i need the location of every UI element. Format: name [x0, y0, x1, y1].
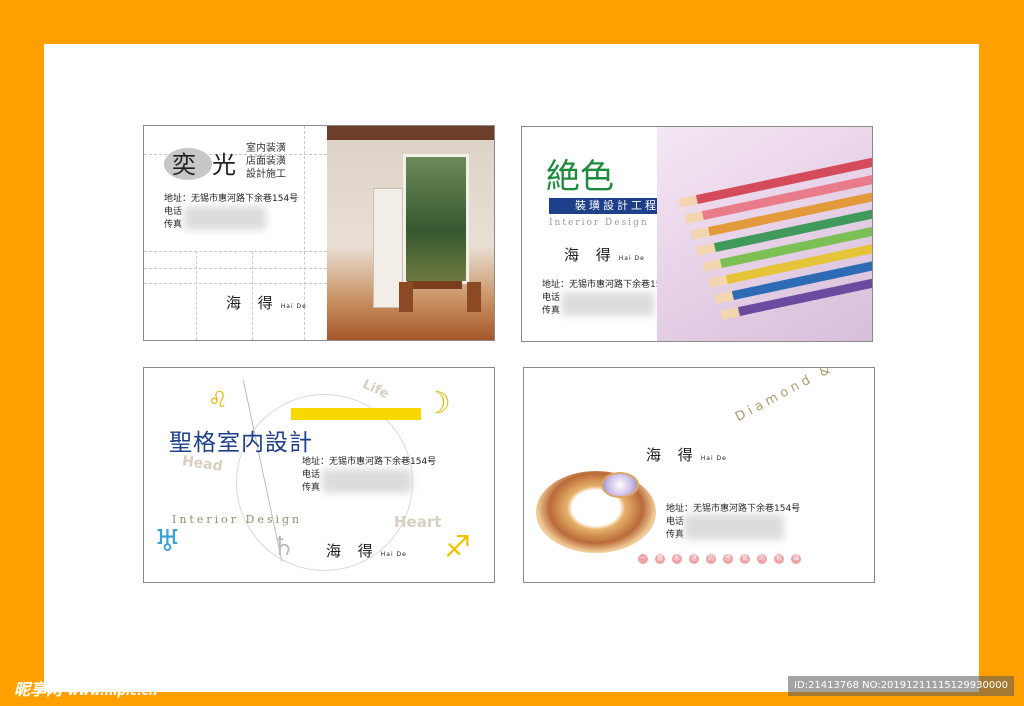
ring-gem	[601, 472, 639, 498]
business-card-diamond: Diamond & 海 得 Hai De 地址：无锡市惠河路下余巷154号 电话 …	[523, 367, 875, 583]
uranus-symbol-icon: ♅	[154, 524, 181, 559]
slogan-dot: 福	[791, 554, 801, 564]
slogan-dot: 的	[757, 554, 767, 564]
deco-diamond-text: Diamond &	[732, 367, 837, 425]
card-title: 絶色	[546, 157, 614, 197]
dashed-line	[144, 268, 327, 269]
blurred-contact	[184, 206, 266, 230]
name-en: Hai De	[618, 255, 645, 262]
logo-char-1: 奕	[172, 151, 196, 179]
name-en: Hai De	[700, 455, 727, 462]
slogan-dot: 一	[638, 554, 648, 564]
watermark-id: ID:21413768 NO:20191211115129930000	[788, 676, 1014, 696]
watermark-brand: 昵享网	[14, 680, 63, 699]
name-cn: 海 得	[564, 246, 617, 264]
window	[403, 154, 469, 284]
business-card-shengge: Life Head Heart ♌ ☽ ♅ ♄ ♐ 聖格室内設計 Interio…	[143, 367, 495, 583]
name-cn: 海 得	[646, 446, 699, 464]
slogan-dot: 永	[672, 554, 682, 564]
blurred-contact	[322, 469, 412, 493]
colored-pencils-photo	[657, 127, 872, 341]
moon-icon: ☽	[424, 386, 451, 421]
logo-char-2: 光	[212, 151, 236, 179]
blurred-contact	[684, 514, 784, 540]
person-name: 海 得 Hai De	[564, 244, 645, 265]
slogan-dot: 種	[655, 554, 665, 564]
dashed-line	[144, 283, 327, 284]
room-photo	[327, 126, 494, 340]
slogan-dot: 的	[706, 554, 716, 564]
watermark-left: 昵享网 www.nipic.cn	[14, 676, 157, 700]
service-item: 室内装潢	[246, 143, 286, 154]
saturn-symbol-icon: ♄	[272, 532, 296, 562]
person-name: 海 得 Hai De	[226, 292, 307, 313]
subtitle: Interior Design	[172, 513, 303, 526]
dashed-line	[196, 251, 197, 340]
person-name: 海 得 Hai De	[646, 444, 727, 465]
yellow-bar	[291, 408, 421, 420]
chair	[399, 282, 413, 312]
sagittarius-symbol-icon: ♐	[444, 530, 471, 565]
name-en: Hai De	[280, 303, 307, 310]
business-card-juese: 絶色 裝璜設計工程 Interior Design 海 得 Hai De 地址：无…	[521, 126, 873, 342]
dashed-line	[144, 251, 327, 252]
watermark-site: www.nipic.cn	[67, 684, 158, 698]
business-card-yiguang: 奕 光 室内装潢 店面装潢 設計施工 地址：无锡市惠河路下余巷154号 电话 传…	[143, 125, 495, 341]
table	[407, 281, 462, 289]
subtitle: Interior Design	[549, 218, 649, 228]
card-title: 聖格室内設計	[169, 430, 313, 456]
name-en: Hai De	[380, 551, 407, 558]
slogan-dot: 覺	[740, 554, 750, 564]
name-cn: 海 得	[226, 294, 279, 312]
services-list: 室内装潢 店面装潢 設計施工	[246, 142, 286, 181]
leo-symbol-icon: ♌	[208, 388, 228, 413]
slogan-dot: 祝	[774, 554, 784, 564]
slogan-dot: 感	[723, 554, 733, 564]
name-cn: 海 得	[326, 542, 379, 560]
slogan-dot: 遠	[689, 554, 699, 564]
slogan-dots: 一種永遠的感覺的祝福	[638, 554, 801, 564]
address: 地址：无锡市惠河路下余巷154号	[302, 457, 437, 467]
deco-word-life: Life	[360, 376, 392, 403]
chair	[467, 282, 481, 312]
service-item: 設計施工	[246, 169, 286, 180]
service-item: 店面装潢	[246, 156, 286, 167]
address: 地址：无锡市惠河路下余巷154号	[164, 194, 299, 204]
person-name: 海 得 Hai De	[326, 540, 407, 561]
blurred-contact	[562, 292, 654, 316]
deco-word-heart: Heart	[394, 513, 442, 531]
